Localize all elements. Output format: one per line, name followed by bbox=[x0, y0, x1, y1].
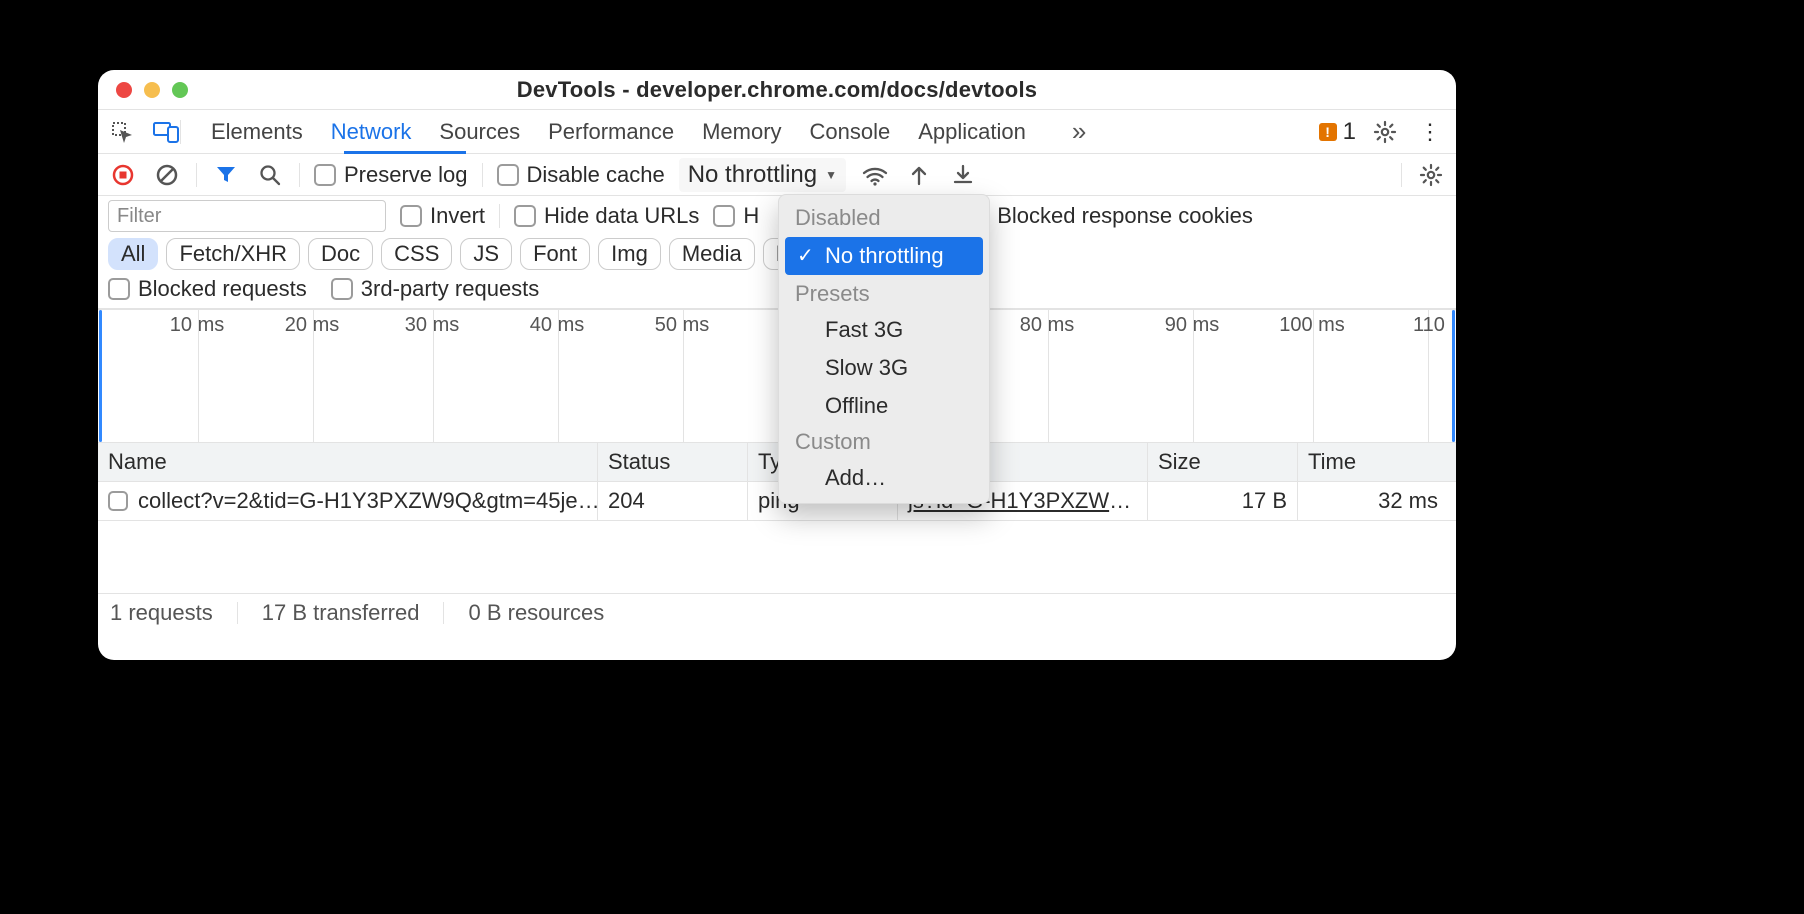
dropdown-label-presets: Presets bbox=[779, 277, 989, 311]
filter-bar: Filter Invert Hide data URLs H Blocked r… bbox=[98, 196, 1456, 309]
status-resources: 0 B resources bbox=[468, 600, 604, 626]
filter-icon[interactable] bbox=[211, 160, 241, 190]
tab-console[interactable]: Console bbox=[810, 119, 891, 145]
window-title: DevTools - developer.chrome.com/docs/dev… bbox=[98, 77, 1456, 103]
timeline-right-handle[interactable] bbox=[1452, 310, 1455, 442]
cell-name: collect?v=2&tid=G-H1Y3PXZW9Q&gtm=45je… bbox=[138, 488, 598, 514]
more-tabs-icon[interactable]: » bbox=[1072, 116, 1086, 147]
hide-data-urls-checkbox[interactable]: Hide data URLs bbox=[514, 203, 699, 229]
tab-network[interactable]: Network bbox=[331, 119, 412, 145]
tab-elements[interactable]: Elements bbox=[211, 119, 303, 145]
cell-status: 204 bbox=[598, 482, 748, 520]
chip-img[interactable]: Img bbox=[598, 238, 661, 270]
panel-tabs: Elements Network Sources Performance Mem… bbox=[211, 116, 1086, 147]
invert-checkbox[interactable]: Invert bbox=[400, 203, 485, 229]
throttle-option-slow-3g[interactable]: Slow 3G bbox=[779, 349, 989, 387]
throttling-dropdown: Disabled No throttling Presets Fast 3G S… bbox=[778, 194, 990, 504]
upload-har-icon[interactable] bbox=[904, 160, 934, 190]
tab-application[interactable]: Application bbox=[918, 119, 1026, 145]
partial-checkbox[interactable]: H bbox=[713, 203, 759, 229]
search-icon[interactable] bbox=[255, 160, 285, 190]
network-conditions-icon[interactable] bbox=[860, 160, 890, 190]
chip-media[interactable]: Media bbox=[669, 238, 755, 270]
chip-fetchxhr[interactable]: Fetch/XHR bbox=[166, 238, 300, 270]
issues-indicator[interactable]: ! 1 bbox=[1319, 118, 1356, 146]
dropdown-triangle-icon: ▼ bbox=[825, 168, 837, 182]
issues-icon: ! bbox=[1319, 123, 1337, 141]
chip-font[interactable]: Font bbox=[520, 238, 590, 270]
col-time[interactable]: Time bbox=[1298, 443, 1448, 481]
requests-table: Name Status Ty Size Time collect?v=2&tid… bbox=[98, 443, 1456, 593]
throttle-option-offline[interactable]: Offline bbox=[779, 387, 989, 425]
third-party-requests-checkbox[interactable]: 3rd-party requests bbox=[331, 276, 540, 302]
devtools-window: DevTools - developer.chrome.com/docs/dev… bbox=[98, 70, 1456, 660]
status-requests: 1 requests bbox=[110, 600, 213, 626]
col-size[interactable]: Size bbox=[1148, 443, 1298, 481]
cell-time: 32 ms bbox=[1298, 482, 1448, 520]
throttling-value: No throttling bbox=[688, 161, 817, 189]
filter-input[interactable]: Filter bbox=[108, 200, 386, 232]
blocked-requests-checkbox[interactable]: Blocked requests bbox=[108, 276, 307, 302]
dropdown-label-disabled: Disabled bbox=[779, 201, 989, 235]
download-har-icon[interactable] bbox=[948, 160, 978, 190]
table-row[interactable]: collect?v=2&tid=G-H1Y3PXZW9Q&gtm=45je… 2… bbox=[98, 482, 1456, 521]
status-bar: 1 requests 17 B transferred 0 B resource… bbox=[98, 593, 1456, 632]
more-menu-icon[interactable]: ⋮ bbox=[1414, 117, 1444, 147]
chip-all[interactable]: All bbox=[108, 238, 158, 270]
chip-css[interactable]: CSS bbox=[381, 238, 452, 270]
tab-performance[interactable]: Performance bbox=[548, 119, 674, 145]
network-settings-gear-icon[interactable] bbox=[1416, 160, 1446, 190]
status-transferred: 17 B transferred bbox=[262, 600, 420, 626]
chip-js[interactable]: JS bbox=[460, 238, 512, 270]
throttling-select[interactable]: No throttling ▼ bbox=[679, 158, 846, 192]
timeline-left-handle[interactable] bbox=[99, 310, 102, 442]
preserve-log-checkbox[interactable]: Preserve log bbox=[314, 162, 468, 188]
issues-count: 1 bbox=[1343, 118, 1356, 146]
settings-gear-icon[interactable] bbox=[1370, 117, 1400, 147]
inspect-icon[interactable] bbox=[108, 118, 136, 146]
resource-type-chips: All Fetch/XHR Doc CSS JS Font Img Media … bbox=[108, 238, 1446, 270]
disable-cache-checkbox[interactable]: Disable cache bbox=[497, 162, 665, 188]
network-toolbar: Preserve log Disable cache No throttling… bbox=[98, 154, 1456, 196]
main-tabs-row: Elements Network Sources Performance Mem… bbox=[98, 110, 1456, 154]
dropdown-label-custom: Custom bbox=[779, 425, 989, 459]
tab-memory[interactable]: Memory bbox=[702, 119, 781, 145]
blocked-response-cookies-checkbox[interactable]: Blocked response cookies bbox=[967, 203, 1253, 229]
tab-sources[interactable]: Sources bbox=[439, 119, 520, 145]
clear-icon[interactable] bbox=[152, 160, 182, 190]
table-header: Name Status Ty Size Time bbox=[98, 443, 1456, 482]
chip-doc[interactable]: Doc bbox=[308, 238, 373, 270]
col-status[interactable]: Status bbox=[598, 443, 748, 481]
record-button[interactable] bbox=[108, 160, 138, 190]
titlebar: DevTools - developer.chrome.com/docs/dev… bbox=[98, 70, 1456, 110]
col-name[interactable]: Name bbox=[98, 443, 598, 481]
row-checkbox[interactable] bbox=[108, 491, 128, 511]
filter-placeholder: Filter bbox=[117, 205, 161, 227]
throttle-option-fast-3g[interactable]: Fast 3G bbox=[779, 311, 989, 349]
cell-size: 17 B bbox=[1148, 482, 1298, 520]
throttle-option-no-throttling[interactable]: No throttling bbox=[785, 237, 983, 275]
throttle-option-add[interactable]: Add… bbox=[779, 459, 989, 497]
device-toolbar-icon[interactable] bbox=[152, 118, 180, 146]
timeline-scale[interactable]: 10 ms 20 ms 30 ms 40 ms 50 ms 80 ms 90 m… bbox=[98, 309, 1456, 443]
